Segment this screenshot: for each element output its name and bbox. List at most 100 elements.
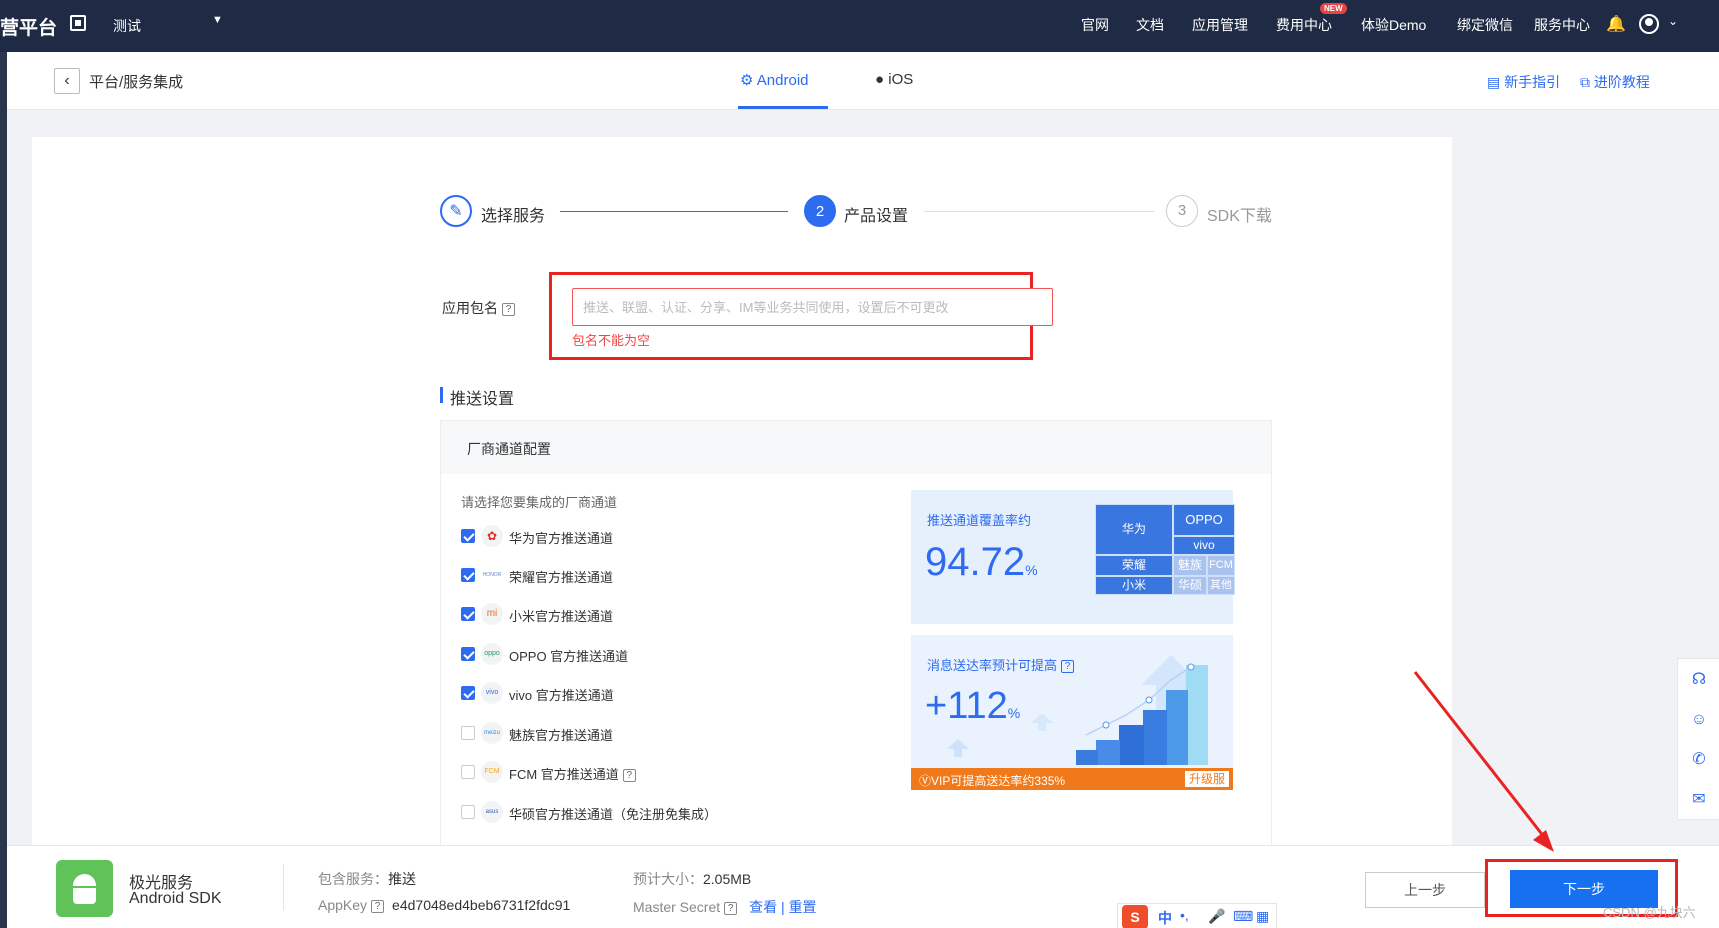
services-label: 包含服务： bbox=[318, 871, 388, 887]
sogou-logo-icon[interactable]: S bbox=[1122, 905, 1148, 928]
secret-label: Master Secret bbox=[633, 899, 721, 915]
brand-title: 营平台 bbox=[0, 18, 58, 39]
apple-icon: ● bbox=[875, 71, 885, 88]
nav-bind-wechat[interactable]: 绑定微信 bbox=[1457, 15, 1513, 35]
checkbox[interactable] bbox=[461, 765, 475, 779]
vip-text: ⓋVIP可提高送达率约335% bbox=[919, 772, 1065, 789]
android-head-shape bbox=[73, 874, 96, 886]
link-separator: | bbox=[781, 899, 785, 915]
package-name-input[interactable] bbox=[572, 288, 1053, 326]
advanced-tutorial-link[interactable]: ⧉ 进阶教程 bbox=[1580, 72, 1650, 92]
coverage-panel: 推送通道覆盖率约 94.72% 华为 OPPO vivo 荣耀 魅族 FCM 小… bbox=[911, 490, 1235, 624]
new-badge: NEW bbox=[1320, 3, 1347, 14]
help-icon[interactable]: ? bbox=[502, 303, 515, 316]
upgrade-service-button[interactable]: 升级服 bbox=[1184, 771, 1229, 787]
vendor-name: 魅族官方推送通道 bbox=[509, 728, 614, 743]
nav-official-site[interactable]: 官网 bbox=[1081, 15, 1109, 35]
view-secret-link[interactable]: 查看 bbox=[749, 899, 777, 915]
app-switch-icon[interactable] bbox=[70, 15, 86, 31]
oppo-logo-icon: oppo bbox=[481, 643, 503, 665]
bell-icon[interactable]: 🔔 bbox=[1606, 14, 1626, 34]
appkey-value: e4d7048ed4beb6731f2fdc91 bbox=[392, 897, 571, 913]
phone-icon[interactable]: ✆ bbox=[1688, 749, 1710, 771]
advanced-tutorial-label: 进阶教程 bbox=[1593, 74, 1650, 90]
caret-down-icon[interactable]: ▼ bbox=[212, 14, 223, 26]
vip-text-label: VIP可提高送达率约335% bbox=[931, 774, 1066, 788]
vendor-channel-title: 厂商通道配置 bbox=[467, 441, 551, 457]
checkbox[interactable] bbox=[461, 726, 475, 740]
divider bbox=[283, 864, 284, 910]
step-line-1 bbox=[560, 211, 788, 212]
checkbox[interactable] bbox=[461, 805, 475, 819]
up-arrow-decoration-icon bbox=[947, 739, 969, 757]
estimated-size: 预计大小：2.05MB bbox=[633, 869, 751, 889]
checkbox[interactable] bbox=[461, 529, 475, 543]
appkey-label: AppKey bbox=[318, 897, 368, 913]
mail-icon[interactable]: ✉ bbox=[1688, 789, 1710, 811]
xiaomi-logo-icon: mi bbox=[481, 603, 503, 625]
tab-ios[interactable]: ● iOS bbox=[875, 71, 913, 88]
nav-app-management[interactable]: 应用管理 bbox=[1192, 15, 1248, 35]
grid-icon[interactable]: ▦ bbox=[1256, 908, 1269, 925]
prev-step-button[interactable]: 上一步 bbox=[1365, 872, 1485, 908]
help-icon[interactable]: ? bbox=[371, 900, 385, 913]
nav-billing[interactable]: 费用中心 bbox=[1276, 15, 1332, 35]
fcm-logo-icon: FCM bbox=[481, 761, 503, 783]
step-3-label: SDK下载 bbox=[1207, 208, 1272, 225]
package-name-label: 应用包名? bbox=[442, 298, 515, 318]
bottom-bar: 极光服务 Android SDK 包含服务：推送 预计大小：2.05MB App… bbox=[7, 845, 1719, 928]
treemap-other: 其他 bbox=[1207, 576, 1235, 595]
app-selector[interactable]: 测试 bbox=[113, 16, 141, 36]
step-3-icon: 3 bbox=[1166, 195, 1198, 227]
coverage-value: 94.72% bbox=[925, 540, 1038, 585]
master-secret: Master Secret? 查看 | 重置 bbox=[633, 897, 817, 917]
avatar-icon[interactable] bbox=[1639, 14, 1659, 34]
treemap-oppo: OPPO bbox=[1173, 504, 1235, 536]
vendor-name: 华为官方推送通道 bbox=[509, 531, 614, 546]
ime-language-toggle[interactable]: 中 bbox=[1158, 908, 1172, 928]
help-icon[interactable]: ? bbox=[724, 902, 738, 915]
treemap-meizu: 魅族 bbox=[1173, 555, 1207, 576]
delivery-panel: 消息送达率预计可提高? +112% bbox=[911, 635, 1233, 768]
checkbox[interactable] bbox=[461, 568, 475, 582]
keyboard-icon[interactable]: ⌨ bbox=[1233, 908, 1253, 925]
section-marker bbox=[440, 387, 443, 403]
vendor-name: vivo 官方推送通道 bbox=[509, 688, 614, 703]
ime-punctuation-icon[interactable]: •, bbox=[1180, 907, 1189, 923]
coverage-unit: % bbox=[1025, 562, 1038, 578]
package-name-error: 包名不能为空 bbox=[572, 333, 651, 348]
headset-icon[interactable]: ☊ bbox=[1688, 669, 1710, 691]
breadcrumb: 平台/服务集成 bbox=[89, 74, 184, 91]
step-2-icon: 2 bbox=[804, 195, 836, 227]
checkbox[interactable] bbox=[461, 647, 475, 661]
push-settings-title: 推送设置 bbox=[450, 391, 515, 408]
help-icon[interactable]: ? bbox=[622, 769, 636, 782]
checkbox[interactable] bbox=[461, 607, 475, 621]
nav-service-center[interactable]: 服务中心 bbox=[1534, 15, 1590, 35]
vendor-name: OPPO 官方推送通道 bbox=[509, 649, 629, 664]
included-services: 包含服务：推送 bbox=[318, 869, 416, 889]
delivery-unit: % bbox=[1007, 705, 1021, 721]
nav-demo[interactable]: 体验Demo bbox=[1361, 15, 1426, 35]
treemap-vivo: vivo bbox=[1173, 536, 1235, 555]
step-1-icon: ✎ bbox=[440, 195, 472, 227]
vendor-hint: 请选择您要集成的厂商通道 bbox=[461, 495, 618, 510]
wechat-icon[interactable]: ☺ bbox=[1688, 709, 1710, 731]
tab-android[interactable]: ⚙ Android bbox=[740, 71, 809, 89]
treemap-fcm: FCM bbox=[1207, 555, 1235, 576]
package-name-text: 应用包名 bbox=[442, 300, 498, 316]
step-1-label: 选择服务 bbox=[481, 208, 546, 225]
meizu-logo-icon: meizu bbox=[481, 722, 503, 744]
top-nav: 营平台 测试 ▼ 官网 文档 应用管理 费用中心 NEW 体验Demo 绑定微信… bbox=[0, 0, 1719, 52]
back-button[interactable]: ‹ bbox=[54, 68, 80, 94]
treemap-xiaomi: 小米 bbox=[1095, 576, 1173, 595]
reset-secret-link[interactable]: 重置 bbox=[789, 899, 817, 915]
microphone-icon[interactable]: 🎤 bbox=[1208, 908, 1225, 925]
nav-docs[interactable]: 文档 bbox=[1136, 15, 1164, 35]
treemap-huawei: 华为 bbox=[1095, 504, 1173, 555]
tab-ios-label: iOS bbox=[888, 71, 914, 88]
checkbox[interactable] bbox=[461, 686, 475, 700]
coverage-title: 推送通道覆盖率约 bbox=[927, 513, 1032, 528]
chevron-down-icon[interactable]: ⌄ bbox=[1668, 14, 1678, 28]
beginner-guide-link[interactable]: ▤ 新手指引 bbox=[1487, 72, 1560, 92]
